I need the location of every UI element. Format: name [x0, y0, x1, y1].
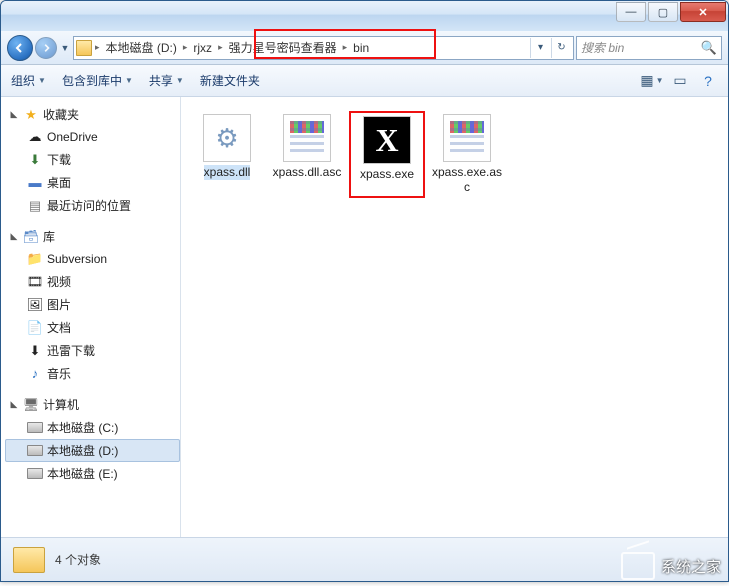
new-folder-button[interactable]: 新建文件夹 — [200, 72, 260, 89]
breadcrumb-folder2[interactable]: 强力星号密码查看器 — [226, 39, 340, 56]
drive-icon — [27, 422, 43, 433]
sidebar-item-desktop[interactable]: ▬桌面 — [5, 171, 180, 194]
search-icon: 🔍 — [701, 40, 717, 56]
include-in-library-button[interactable]: 包含到库中▼ — [62, 72, 133, 89]
file-item[interactable]: xpass.exe.asc — [429, 111, 505, 198]
sidebar-item-drive-d[interactable]: 本地磁盘 (D:) — [5, 439, 180, 462]
minimize-button[interactable]: — — [616, 2, 646, 22]
folder-icon: 📁 — [27, 251, 43, 267]
picture-icon: 🖼 — [27, 297, 43, 313]
sidebar-item-xunlei[interactable]: ⬇迅雷下载 — [5, 339, 180, 362]
chevron-right-icon[interactable]: ▸ — [342, 42, 349, 53]
folder-icon — [13, 547, 45, 573]
command-toolbar: 组织▼ 包含到库中▼ 共享▼ 新建文件夹 ▦▼ ▭ ? — [1, 65, 728, 97]
back-button[interactable] — [7, 35, 33, 61]
chevron-right-icon[interactable]: ▸ — [182, 42, 189, 53]
history-dropdown[interactable]: ▼ — [59, 36, 71, 60]
libraries-group[interactable]: ◣ 🗃 库 — [5, 225, 180, 248]
collapse-icon[interactable]: ◣ — [9, 399, 19, 410]
status-text: 4 个对象 — [55, 551, 101, 568]
sidebar-item-drive-c[interactable]: 本地磁盘 (C:) — [5, 416, 180, 439]
asc-file-icon — [443, 114, 491, 162]
file-item[interactable]: xpass.dll.asc — [269, 111, 345, 198]
preview-pane-button[interactable]: ▭ — [670, 71, 690, 91]
star-icon: ★ — [23, 107, 39, 123]
arrow-left-icon — [14, 42, 26, 54]
favorites-label: 收藏夹 — [43, 106, 79, 123]
library-icon: 🗃 — [23, 229, 39, 245]
search-placeholder: 搜索 bin — [581, 39, 624, 56]
computer-icon: 🖥 — [23, 397, 39, 413]
desktop-icon: ▬ — [27, 175, 43, 191]
file-name: xpass.exe — [360, 167, 414, 182]
sidebar-item-music[interactable]: ♪音乐 — [5, 362, 180, 385]
sidebar-item-downloads[interactable]: ⬇下载 — [5, 148, 180, 171]
forward-button[interactable] — [35, 37, 57, 59]
explorer-window: — ▢ ✕ ▼ ▸ 本地磁盘 (D:) ▸ rjxz ▸ 强力星号密码查看器 ▸… — [0, 0, 729, 582]
cloud-icon: ☁ — [27, 129, 43, 145]
share-button[interactable]: 共享▼ — [149, 72, 184, 89]
sidebar-item-subversion[interactable]: 📁Subversion — [5, 248, 180, 270]
chevron-right-icon[interactable]: ▸ — [94, 42, 101, 53]
help-button[interactable]: ? — [698, 71, 718, 91]
navigation-pane[interactable]: ◣ ★ 收藏夹 ☁OneDrive ⬇下载 ▬桌面 ▤最近访问的位置 ◣ 🗃 库… — [1, 97, 181, 537]
folder-icon — [76, 40, 92, 56]
sidebar-item-documents[interactable]: 📄文档 — [5, 316, 180, 339]
document-icon: 📄 — [27, 320, 43, 336]
dll-file-icon — [203, 114, 251, 162]
video-icon: 🎞 — [27, 274, 43, 290]
file-item[interactable]: xpass.dll — [189, 111, 265, 198]
sidebar-item-videos[interactable]: 🎞视频 — [5, 270, 180, 293]
address-dropdown[interactable]: ▾ — [530, 38, 550, 58]
status-bar: 4 个对象 — [1, 537, 728, 581]
music-icon: ♪ — [27, 366, 43, 382]
arrow-right-icon — [41, 43, 51, 53]
download-icon: ⬇ — [27, 152, 43, 168]
breadcrumb-folder1[interactable]: rjxz — [190, 41, 215, 55]
recent-icon: ▤ — [27, 198, 43, 214]
close-button[interactable]: ✕ — [680, 2, 726, 22]
file-name: xpass.dll.asc — [273, 165, 342, 180]
breadcrumb-drive[interactable]: 本地磁盘 (D:) — [103, 39, 180, 56]
file-name: xpass.exe.asc — [431, 165, 503, 195]
drive-icon — [27, 468, 43, 479]
refresh-button[interactable]: ↻ — [551, 38, 571, 58]
sidebar-item-pictures[interactable]: 🖼图片 — [5, 293, 180, 316]
exe-file-icon: X — [363, 116, 411, 164]
watermark-text: 系统之家 — [661, 556, 721, 577]
organize-button[interactable]: 组织▼ — [11, 72, 46, 89]
file-name: xpass.dll — [204, 165, 251, 180]
download-icon: ⬇ — [27, 343, 43, 359]
breadcrumb-folder3[interactable]: bin — [350, 41, 372, 55]
favorites-group[interactable]: ◣ ★ 收藏夹 — [5, 103, 180, 126]
body-area: ◣ ★ 收藏夹 ☁OneDrive ⬇下载 ▬桌面 ▤最近访问的位置 ◣ 🗃 库… — [1, 97, 728, 537]
chevron-right-icon[interactable]: ▸ — [217, 42, 224, 53]
address-bar[interactable]: ▸ 本地磁盘 (D:) ▸ rjxz ▸ 强力星号密码查看器 ▸ bin ▾ ↻ — [73, 36, 574, 60]
computer-label: 计算机 — [43, 396, 79, 413]
watermark: 系统之家 — [621, 552, 721, 580]
sidebar-item-recent[interactable]: ▤最近访问的位置 — [5, 194, 180, 217]
sidebar-item-drive-e[interactable]: 本地磁盘 (E:) — [5, 462, 180, 485]
search-input[interactable]: 搜索 bin 🔍 — [576, 36, 722, 60]
collapse-icon[interactable]: ◣ — [9, 231, 19, 242]
navigation-bar: ▼ ▸ 本地磁盘 (D:) ▸ rjxz ▸ 强力星号密码查看器 ▸ bin ▾… — [1, 31, 728, 65]
libraries-label: 库 — [43, 228, 55, 245]
file-list[interactable]: xpass.dll xpass.dll.asc X xpass.exe xpas… — [181, 97, 728, 537]
file-item-xpass-exe[interactable]: X xpass.exe — [349, 111, 425, 198]
drive-icon — [27, 445, 43, 456]
sidebar-item-onedrive[interactable]: ☁OneDrive — [5, 126, 180, 148]
titlebar[interactable]: — ▢ ✕ — [1, 1, 728, 31]
view-options-button[interactable]: ▦▼ — [642, 71, 662, 91]
maximize-button[interactable]: ▢ — [648, 2, 678, 22]
asc-file-icon — [283, 114, 331, 162]
collapse-icon[interactable]: ◣ — [9, 109, 19, 120]
house-icon — [621, 552, 655, 580]
computer-group[interactable]: ◣ 🖥 计算机 — [5, 393, 180, 416]
